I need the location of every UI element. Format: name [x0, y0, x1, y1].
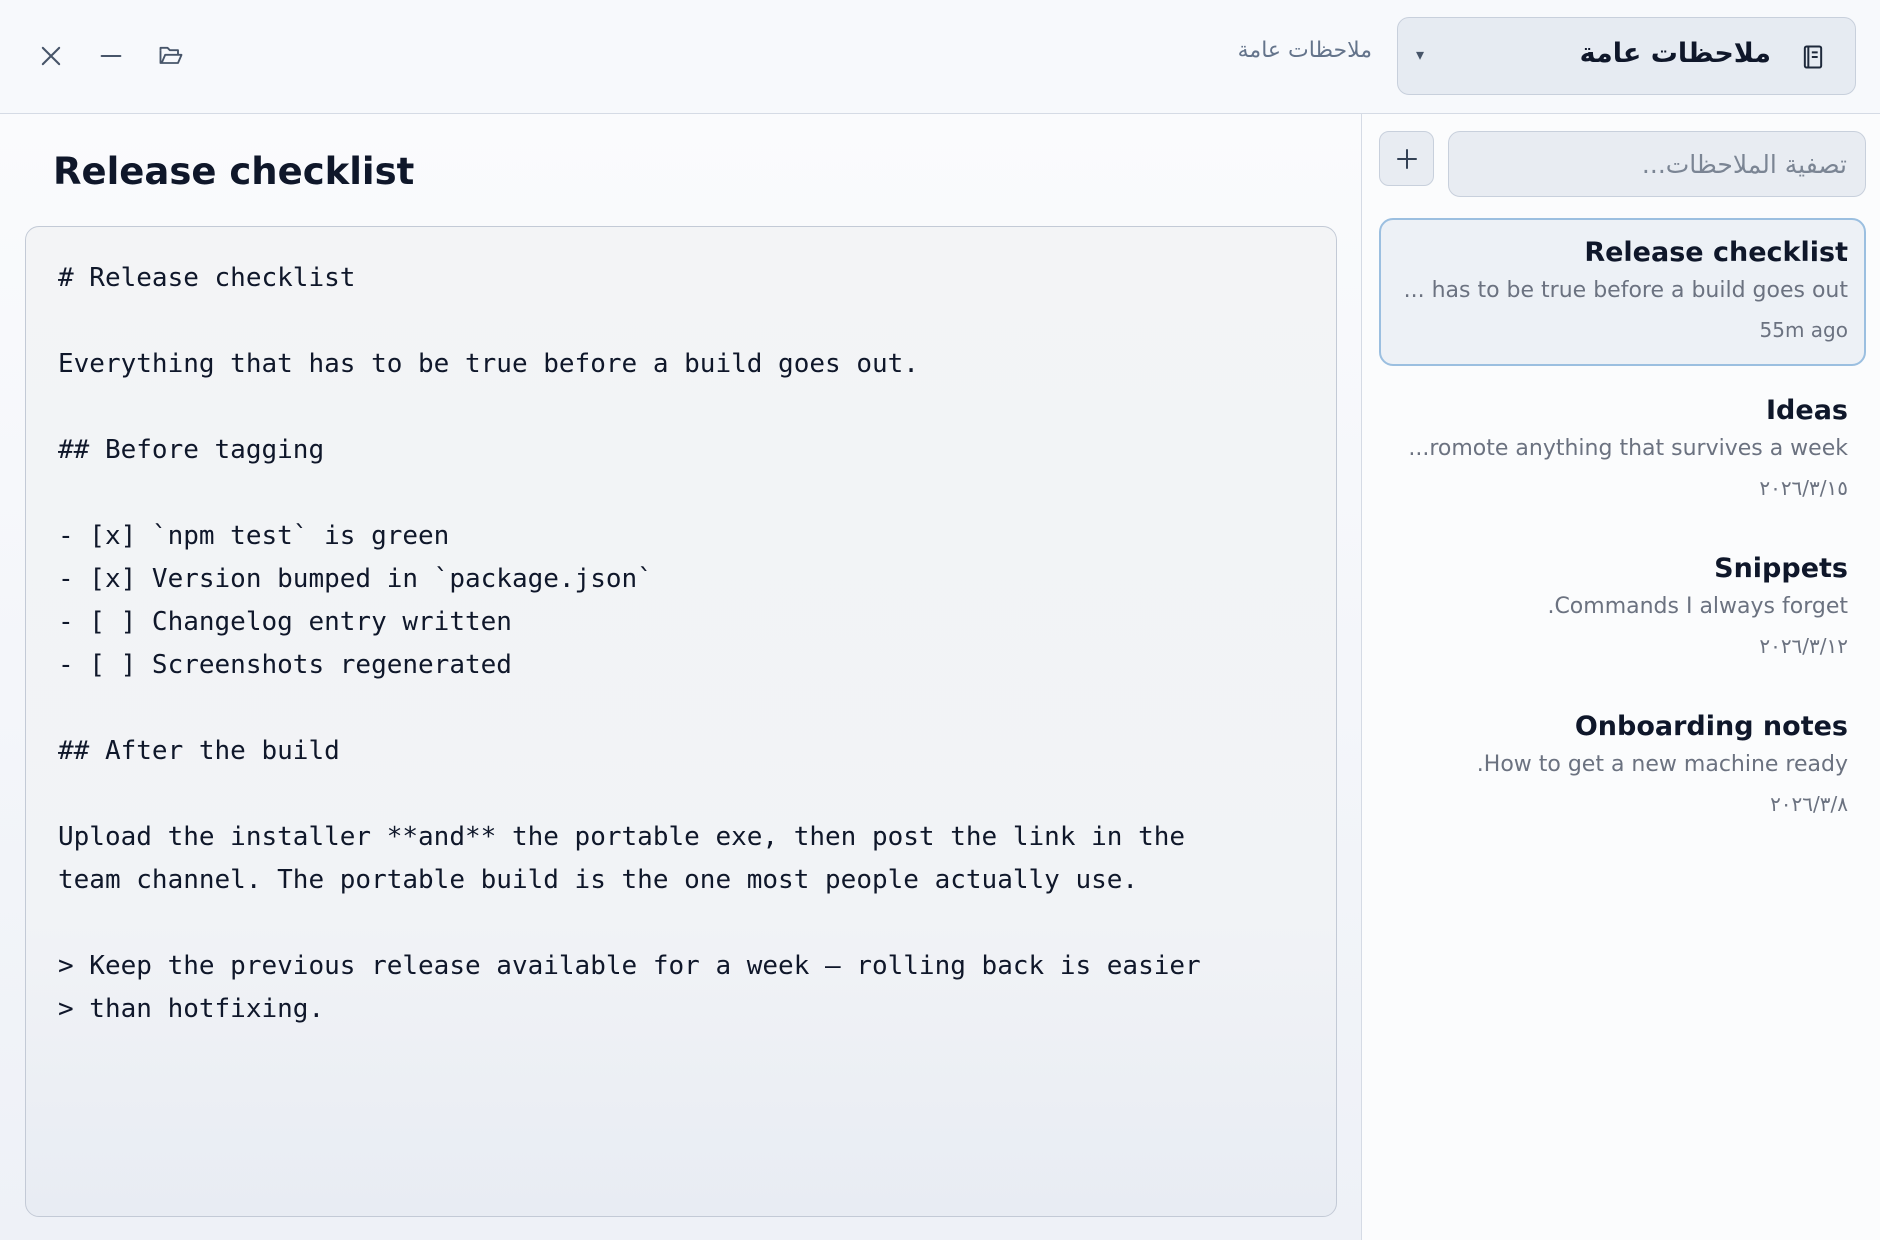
window-controls [26, 30, 196, 82]
note-item-preview: ...romote anything that survives a week [1408, 436, 1848, 461]
notebook-icon [1803, 45, 1823, 69]
folder-open-icon [159, 46, 183, 64]
notebook-select-value: ملاحظات عامة [1579, 38, 1771, 69]
notebook-select[interactable]: ▾ ملاحظات عامة [1397, 17, 1856, 95]
current-notebook-label: ملاحظات عامة [1237, 38, 1372, 63]
note-item-title: Snippets [1714, 553, 1848, 584]
filter-notes-input[interactable] [1448, 131, 1866, 197]
close-icon [41, 46, 61, 66]
note-item-date: ٢٠٢٦/٣/٨ [1770, 792, 1848, 816]
editor-pane: Release checklist # Release checklist Ev… [0, 114, 1361, 1240]
list-item[interactable]: Onboarding notes .How to get a new machi… [1379, 692, 1866, 840]
note-item-date: 55m ago [1759, 318, 1848, 342]
note-item-date: ٢٠٢٦/٣/١٢ [1759, 634, 1848, 658]
minimize-icon [100, 54, 122, 58]
list-item[interactable]: Release checklist ... has to be true bef… [1379, 218, 1866, 366]
minimize-button[interactable] [86, 31, 136, 81]
notes-sidebar: Release checklist ... has to be true bef… [1361, 114, 1880, 1240]
note-editor[interactable]: # Release checklist Everything that has … [25, 226, 1337, 1217]
note-title[interactable]: Release checklist [53, 150, 414, 193]
notes-app-window: ملاحظات عامة ▾ ملاحظات عامة Release chec… [0, 0, 1880, 1240]
note-item-date: ٢٠٢٦/٣/١٥ [1759, 476, 1848, 500]
list-item[interactable]: Snippets .Commands I always forget ٢٠٢٦/… [1379, 534, 1866, 682]
open-folder-button[interactable] [146, 31, 196, 81]
add-note-button[interactable] [1379, 131, 1434, 186]
note-item-title: Onboarding notes [1574, 711, 1848, 742]
note-item-preview: .How to get a new machine ready [1476, 752, 1848, 777]
list-item[interactable]: Ideas ...romote anything that survives a… [1379, 376, 1866, 524]
note-item-preview: .Commands I always forget [1547, 594, 1848, 619]
title-bar: ملاحظات عامة ▾ ملاحظات عامة [0, 0, 1880, 114]
chevron-down-icon: ▾ [1416, 45, 1425, 64]
close-button[interactable] [26, 31, 76, 81]
note-item-title: Ideas [1766, 395, 1848, 426]
note-item-title: Release checklist [1584, 237, 1848, 268]
note-list: Release checklist ... has to be true bef… [1379, 218, 1866, 850]
note-item-preview: ... has to be true before a build goes o… [1403, 278, 1848, 303]
plus-icon [1396, 148, 1417, 169]
